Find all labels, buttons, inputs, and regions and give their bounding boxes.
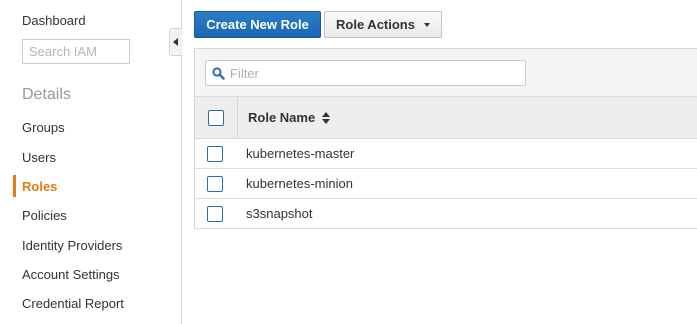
role-name-cell[interactable]: kubernetes-master xyxy=(246,146,354,161)
sidebar-item-users[interactable]: Users xyxy=(22,149,56,167)
roles-panel: Role Name kubernetes-master kubernetes-m… xyxy=(194,48,697,229)
sidebar-item-roles[interactable]: Roles xyxy=(22,178,57,196)
table-row[interactable]: kubernetes-minion xyxy=(195,169,697,199)
row-checkbox[interactable] xyxy=(207,176,223,192)
row-checkbox[interactable] xyxy=(207,206,223,222)
sidebar-item-credential-report[interactable]: Credential Report xyxy=(22,295,124,313)
filter-bar xyxy=(195,49,697,97)
table-header: Role Name xyxy=(195,97,697,139)
table-row[interactable]: s3snapshot xyxy=(195,199,697,229)
role-name-header-label: Role Name xyxy=(248,110,316,125)
create-new-role-button[interactable]: Create New Role xyxy=(194,11,321,38)
role-name-column-header[interactable]: Role Name xyxy=(248,110,331,125)
sidebar-item-dashboard[interactable]: Dashboard xyxy=(22,13,86,28)
sidebar-item-identity-providers[interactable]: Identity Providers xyxy=(22,237,122,255)
role-name-cell[interactable]: s3snapshot xyxy=(246,206,313,221)
sidebar-collapse-button[interactable] xyxy=(169,28,182,56)
caret-down-icon xyxy=(423,22,430,27)
sidebar-item-account-settings[interactable]: Account Settings xyxy=(22,266,120,284)
sort-icon xyxy=(322,111,331,124)
chevron-left-icon xyxy=(173,38,178,46)
role-name-cell[interactable]: kubernetes-minion xyxy=(246,176,353,191)
sidebar-section-heading: Details xyxy=(22,86,71,103)
role-actions-button[interactable]: Role Actions xyxy=(324,11,442,38)
active-indicator xyxy=(13,175,16,197)
sidebar: Dashboard Details Groups Users Roles Pol… xyxy=(0,0,182,324)
select-all-cell xyxy=(195,97,238,138)
sidebar-item-policies[interactable]: Policies xyxy=(22,207,67,225)
search-icon xyxy=(212,67,225,80)
search-iam-input[interactable] xyxy=(22,39,130,64)
sidebar-item-groups[interactable]: Groups xyxy=(22,119,65,137)
role-actions-label: Role Actions xyxy=(336,17,415,32)
row-checkbox[interactable] xyxy=(207,146,223,162)
select-all-checkbox[interactable] xyxy=(208,110,224,126)
filter-field[interactable] xyxy=(205,60,526,86)
table-row[interactable]: kubernetes-master xyxy=(195,139,697,169)
filter-input[interactable] xyxy=(228,61,518,85)
